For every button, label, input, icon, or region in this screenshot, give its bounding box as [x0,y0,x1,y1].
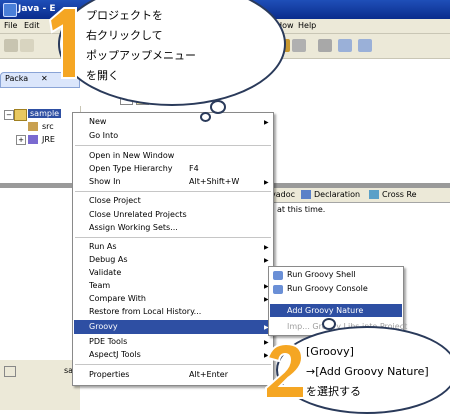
menu-item-add-groovy-nature[interactable]: Add Groovy Nature [287,306,363,315]
callout-text-2: [Groovy] →[Add Groovy Nature] を選択する [306,342,429,402]
menu-item-properties[interactable]: Properties [89,370,129,379]
callout-tail [210,100,226,114]
menu-item-assign-working-sets[interactable]: Assign Working Sets... [89,223,178,232]
menu-help[interactable]: Help [298,21,316,30]
shortcut-f4: F4 [189,164,199,173]
menu-file[interactable]: File [4,21,17,30]
tree-item-sample[interactable]: sample [28,109,62,118]
bottom-left-strip: sa [0,360,80,410]
menu-separator [75,364,271,365]
submenu-arrow-icon: ▶ [264,257,269,264]
menu-item-compare-with[interactable]: Compare With [89,294,146,303]
menu-item-team[interactable]: Team [89,281,110,290]
view-tabs: vadoc Declaration Cross Re [269,188,450,203]
step-number-2 [265,342,305,399]
next-annotation-icon[interactable] [318,39,332,52]
callout-tail [322,318,336,330]
expand-toggle-icon[interactable]: + [16,135,26,145]
declaration-icon [301,190,311,199]
menu-item-new[interactable]: New [89,117,106,126]
callout-line: →[Add Groovy Nature] [306,365,429,378]
menu-item-pde-tools[interactable]: PDE Tools [89,337,127,346]
project-folder-icon [14,109,27,121]
callout-line: を開く [86,69,119,82]
fast-view-icon[interactable] [4,366,16,377]
menu-item-open-type-hierarchy[interactable]: Open Type Hierarchy [89,164,173,173]
groovy-run-icon [273,285,283,294]
menu-separator [75,237,271,238]
tab-cross-references[interactable]: Cross Re [382,190,417,199]
eclipse-app-icon [3,3,17,17]
menu-item-debug-as[interactable]: Debug As [89,255,128,264]
menu-item-open-in-new-window[interactable]: Open in New Window [89,151,174,160]
shortcut-alt-enter: Alt+Enter [189,370,229,379]
menu-separator [75,145,271,146]
callout-line: 右クリックして [86,29,163,42]
expand-toggle-icon[interactable]: − [4,110,14,120]
submenu-arrow-icon: ▶ [264,179,269,186]
forward-icon[interactable] [358,39,372,52]
menu-item-go-into[interactable]: Go Into [89,131,118,140]
shortcut-alt-shift-w: Alt+Shift+W [189,177,240,186]
view-message: at this time. [277,205,326,214]
src-folder-icon [28,122,38,131]
callout-line: ポップアップメニュー [86,49,196,62]
new-icon[interactable] [4,39,18,52]
save-icon[interactable] [20,39,34,52]
callout-line: [Groovy] [306,345,354,358]
menu-item-show-in[interactable]: Show In [89,177,121,186]
menu-item-restore-from-local-history[interactable]: Restore from Local History... [89,307,201,316]
menu-item-validate[interactable]: Validate [89,268,121,277]
project-tree: − sample src + JRE [0,106,81,186]
tree-item-jre[interactable]: JRE [42,135,55,144]
menu-item-close-unrelated-projects[interactable]: Close Unrelated Projects [89,210,187,219]
callout-line: プロジェクトを [86,9,163,22]
library-icon [28,135,38,144]
menu-item-groovy[interactable]: Groovy [89,322,118,331]
tab-declaration[interactable]: Declaration [314,190,360,199]
submenu-arrow-icon: ▶ [264,119,269,126]
menu-item-run-groovy-console[interactable]: Run Groovy Console [287,284,368,293]
menu-edit[interactable]: Edit [24,21,40,30]
annotation-icon[interactable] [292,39,306,52]
submenu-arrow-icon: ▶ [264,244,269,251]
menu-item-close-project[interactable]: Close Project [89,196,141,205]
back-icon[interactable] [338,39,352,52]
callout-line: を選択する [306,385,361,398]
menu-item-run-groovy-shell[interactable]: Run Groovy Shell [287,270,356,279]
menu-item-run-as[interactable]: Run As [89,242,117,251]
groovy-submenu: Run Groovy Shell Run Groovy Console Add … [268,266,407,336]
tree-item-src[interactable]: src [42,122,54,131]
callout-text-1: プロジェクトを 右クリックして ポップアップメニュー を開く [86,6,196,86]
package-explorer-tab-label: Packa [5,74,29,83]
groovy-run-icon [273,271,283,280]
menu-separator [75,191,271,192]
step-number-1 [48,7,77,79]
tab-javadoc[interactable]: vadoc [271,190,295,199]
menu-item-aspectj-tools[interactable]: AspectJ Tools [89,350,141,359]
cross-references-icon [369,190,379,199]
callout-tail [200,112,211,122]
context-menu: New ▶ Go Into Open in New Window Open Ty… [72,112,274,386]
